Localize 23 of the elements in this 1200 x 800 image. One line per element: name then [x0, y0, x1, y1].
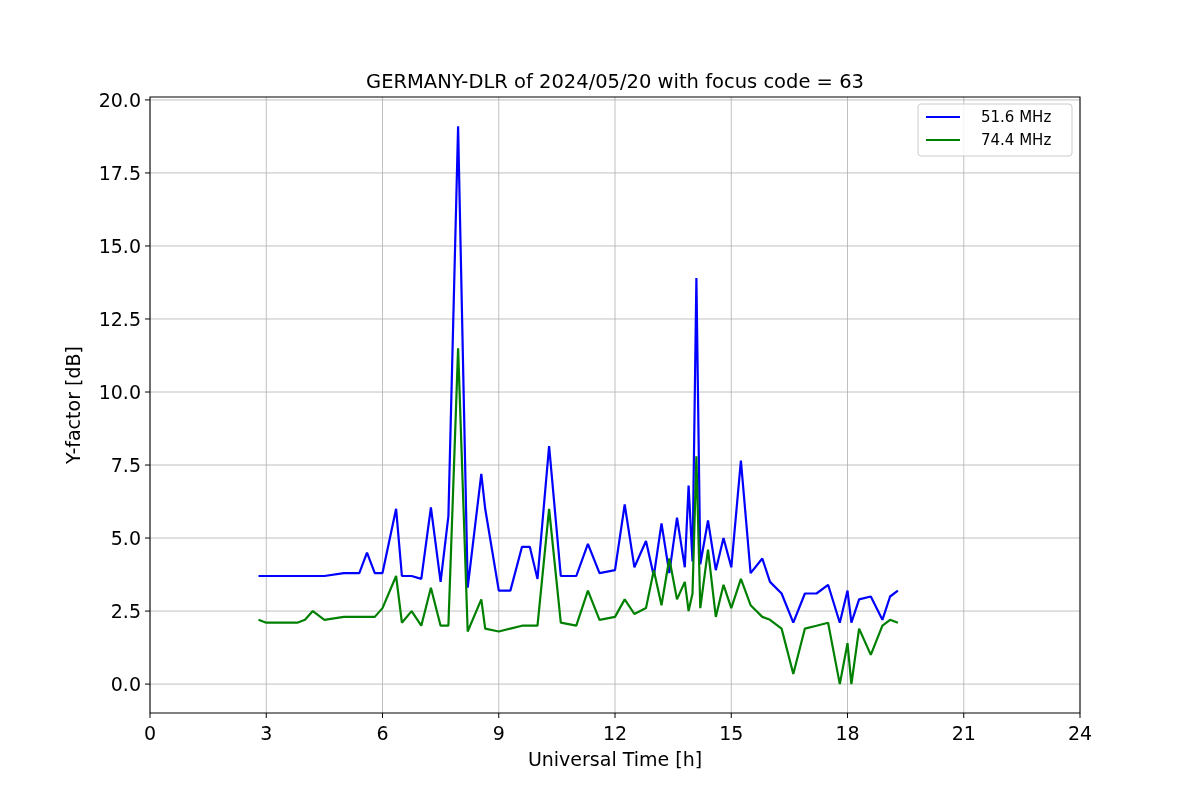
x-tick-label: 15	[719, 722, 744, 744]
x-tick-label: 18	[835, 722, 860, 744]
x-tick-label: 3	[260, 722, 273, 744]
x-tick-label: 9	[492, 722, 505, 744]
y-tick-label: 10.0	[98, 381, 141, 403]
y-tick-label: 2.5	[110, 600, 141, 623]
y-tick-label: 15.0	[98, 234, 141, 257]
x-tick-label: 6	[376, 722, 389, 744]
y-tick-label: 0.0	[110, 673, 141, 696]
x-tick-label: 24	[1067, 722, 1093, 744]
y-tick-label: 20.0	[98, 88, 141, 111]
y-tick-label: 17.5	[98, 161, 141, 184]
legend-label: 51.6 MHz	[981, 108, 1052, 126]
y-axis-label: Y-factor [dB]	[62, 346, 84, 464]
x-tick-label: 12	[602, 722, 628, 744]
x-axis-label: Universal Time [h]	[527, 748, 703, 770]
y-tick-label: 5.0	[110, 527, 141, 550]
chart-title: GERMANY-DLR of 2024/05/20 with focus code = 63	[366, 70, 864, 93]
y-tick-label: 12.5	[98, 308, 141, 330]
x-tick-label: 0	[143, 722, 157, 744]
x-tick-label: 21	[951, 722, 976, 744]
y-tick-label: 7.5	[110, 454, 141, 476]
legend-label: 74.4 MHz	[981, 131, 1052, 149]
